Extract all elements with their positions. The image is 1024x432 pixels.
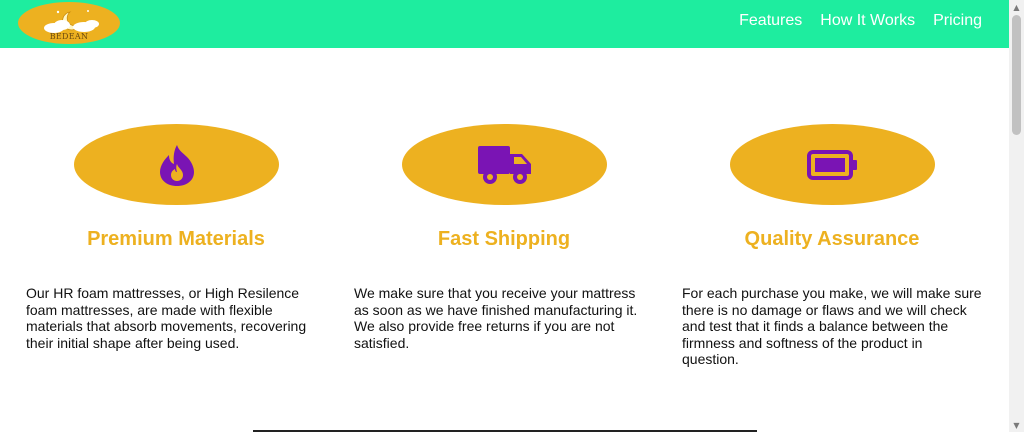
truck-icon [477,145,531,184]
feature-title: Premium Materials [87,228,265,250]
scroll-down-arrow-icon[interactable]: ▼ [1009,418,1024,432]
nav-link-features[interactable]: Features [739,12,802,30]
battery-full-icon [806,149,857,180]
logo-text: BEDEAN [49,32,89,41]
site-logo[interactable]: BEDEAN [18,2,120,44]
feature-description: We make sure that you receive your mattr… [354,285,638,351]
navbar: BEDEAN Features How It Works Pricing [0,0,1009,48]
feature-badge [74,124,279,205]
nav-link-pricing[interactable]: Pricing [933,12,982,30]
page-scrollbar[interactable]: ▲ ▼ [1009,0,1024,432]
feature-badge [730,124,935,205]
scroll-thumb[interactable] [1012,15,1021,135]
scroll-up-arrow-icon[interactable]: ▲ [1009,0,1024,14]
features-section: Premium Materials Our HR foam mattresses… [0,48,1009,432]
feature-title: Quality Assurance [744,228,920,250]
nav-link-how-it-works[interactable]: How It Works [820,12,915,30]
feature-badge [402,124,607,205]
feature-title: Fast Shipping [437,228,571,250]
feature-description: For each purchase you make, we will make… [682,285,982,367]
nav-links: Features How It Works Pricing [739,12,982,30]
fire-icon [159,144,194,186]
feature-description: Our HR foam mattresses, or High Resilenc… [26,285,307,351]
